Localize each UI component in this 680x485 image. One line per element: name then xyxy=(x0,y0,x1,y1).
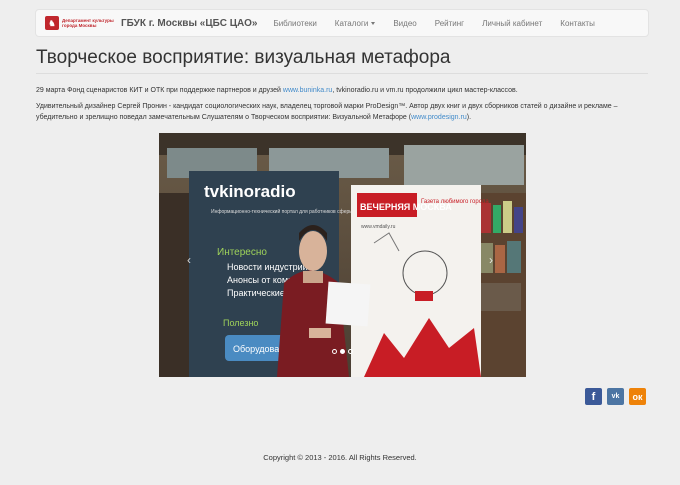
article-paragraph-2: Удивительный дизайнер Сергей Пронин - ка… xyxy=(36,101,648,123)
banner1-logo: tvkinoradio xyxy=(204,182,296,201)
nav-item-libraries[interactable]: Библиотеки xyxy=(273,19,316,28)
carousel-dot-2[interactable] xyxy=(340,349,345,354)
vk-icon[interactable]: vk xyxy=(607,388,624,405)
page-title: Творческое восприятие: визуальная метафо… xyxy=(36,47,451,68)
facebook-icon[interactable]: f xyxy=(585,388,602,405)
article-paragraph-1: 29 марта Фонд сценаристов КИТ и ОТК при … xyxy=(36,85,648,96)
nav-item-catalogs-label: Каталоги xyxy=(334,18,369,28)
banner1-heading: Интересно xyxy=(217,247,267,258)
prodesign-link[interactable]: www.prodesign.ru xyxy=(411,114,467,121)
carousel-prev-icon[interactable]: ‹ xyxy=(187,253,191,267)
title-divider xyxy=(36,73,648,74)
nav-item-account[interactable]: Личный кабинет xyxy=(482,19,542,28)
carousel-dot-3[interactable] xyxy=(348,349,353,354)
buninka-link[interactable]: www.buninka.ru xyxy=(283,87,332,94)
nav-item-video[interactable]: Видео xyxy=(393,19,416,28)
nav-menu: Библиотеки Каталоги Видео Рейтинг Личный… xyxy=(273,19,612,28)
footer-copyright: Copyright © 2013 - 2016. All Rights Rese… xyxy=(263,453,417,462)
banner2-tagline: Газета любимого города xyxy=(421,199,489,205)
p2-text-b: ). xyxy=(466,114,472,121)
banner1-footer-heading: Полезно xyxy=(223,318,258,328)
moscow-emblem-icon: ♞ xyxy=(45,16,59,30)
event-photo: tvkinoradio Информационно-технический по… xyxy=(159,133,526,377)
carousel-indicators xyxy=(159,349,526,354)
caret-down-icon xyxy=(371,21,376,25)
navbar: ♞ Департамент культуры города Москвы ГБУ… xyxy=(35,9,649,37)
photo-carousel[interactable]: tvkinoradio Информационно-технический по… xyxy=(159,133,526,377)
banner1-item-1: Новости индустрии xyxy=(227,262,308,272)
p1-text-a: 29 марта Фонд сценаристов КИТ и ОТК при … xyxy=(36,87,283,94)
odnoklassniki-icon[interactable]: ок xyxy=(629,388,646,405)
banner2-url: www.vmdaily.ru xyxy=(361,224,396,230)
carousel-dot-1[interactable] xyxy=(332,349,337,354)
nav-item-rating[interactable]: Рейтинг xyxy=(435,19,464,28)
nav-item-catalogs[interactable]: Каталоги xyxy=(335,19,376,28)
nav-item-contacts[interactable]: Контакты xyxy=(560,19,595,28)
carousel-next-icon[interactable]: › xyxy=(489,253,493,267)
p1-text-b: , tvkinoradio.ru и vm.ru продолжили цикл… xyxy=(332,87,518,94)
brand[interactable]: ГБУК г. Москвы «ЦБС ЦАО» xyxy=(121,18,257,29)
social-share: f vk ок xyxy=(585,388,646,405)
p2-text-a: Удивительный дизайнер Сергей Пронин - ка… xyxy=(36,103,618,121)
logo[interactable]: ♞ Департамент культуры города Москвы xyxy=(45,16,117,30)
logo-text: Департамент культуры города Москвы xyxy=(62,18,114,28)
